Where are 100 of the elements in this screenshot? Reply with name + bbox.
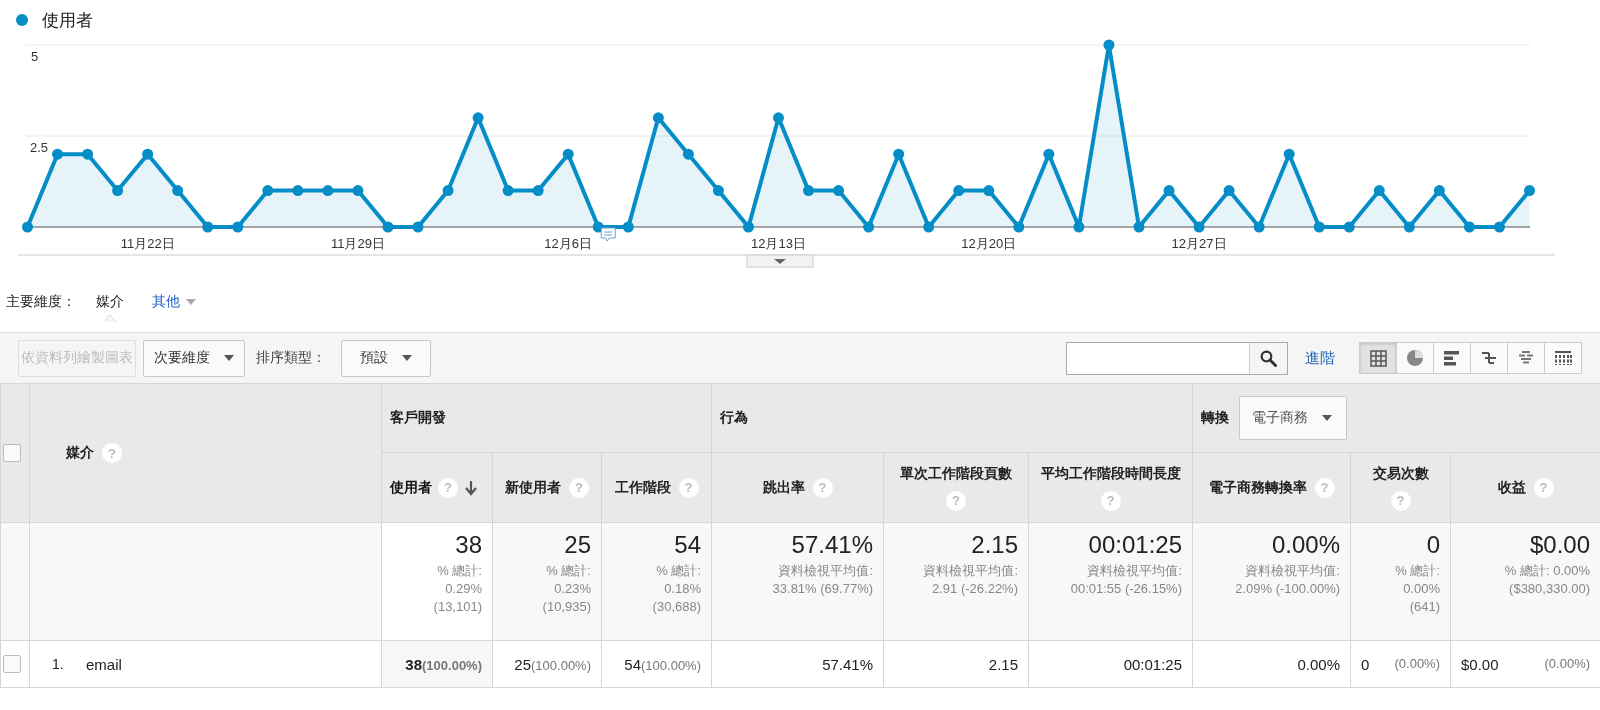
column-header[interactable]: 工作階段 [614,478,671,497]
data-point[interactable] [322,185,334,197]
y-axis-label: 2.5 [30,140,49,155]
data-point[interactable] [472,112,484,124]
search-button[interactable] [1249,342,1287,374]
data-point[interactable] [773,112,784,124]
bar-chart-icon [1444,350,1460,366]
column-group-header: 客戶開發 [390,409,446,427]
data-point[interactable] [352,185,364,197]
column-header[interactable]: 跳出率 [762,478,805,497]
column-header[interactable]: 交易次數 [1372,464,1429,483]
total-value: 57.41% [790,531,873,559]
data-point[interactable] [292,185,304,197]
view-toggle-button[interactable] [1359,342,1397,374]
conversion-type-dropdown[interactable]: 電子商務 [1239,396,1347,440]
data-point[interactable] [652,112,664,124]
data-point[interactable] [1463,221,1475,233]
data-point[interactable] [983,185,995,197]
data-point[interactable] [52,148,64,160]
data-point[interactable] [1163,185,1175,197]
search-icon [1260,349,1277,367]
view-toggle-button[interactable] [1433,342,1471,374]
data-point[interactable] [382,221,394,233]
column-header[interactable]: 平均工作階段時間長度 [1040,464,1181,483]
data-point[interactable] [1524,185,1535,197]
sort-descending-icon[interactable] [464,479,478,496]
data-point[interactable] [1043,148,1055,160]
data-point[interactable] [923,221,935,233]
data-point[interactable] [1403,221,1415,233]
comment-icon[interactable] [600,227,616,242]
data-point[interactable] [502,185,514,197]
total-value: $0.00 [1528,531,1591,559]
collapse-tab[interactable] [746,254,814,268]
secondary-dimension-dropdown[interactable]: 次要維度 [143,339,245,377]
data-point[interactable] [1313,221,1325,233]
data-point[interactable] [112,185,124,197]
data-point[interactable] [712,185,724,197]
data-point[interactable] [1373,185,1385,197]
search-field[interactable] [1066,341,1288,375]
data-point[interactable] [833,185,845,197]
data-point[interactable] [262,185,274,197]
data-point[interactable] [1193,221,1205,233]
data-point[interactable] [22,221,33,233]
data-point[interactable] [803,185,815,197]
data-point[interactable] [532,185,544,197]
dimension-option[interactable]: 媒介 [88,293,132,311]
data-point[interactable] [893,148,905,160]
total-detail: 資料檢視平均值: [922,562,1018,580]
total-detail: 資料檢視平均值: [777,562,873,580]
data-point[interactable] [1223,185,1235,197]
table-cell: $0.00 [1461,655,1499,673]
data-point[interactable] [1343,221,1355,233]
table-cell: 54(100.00%) [624,655,701,673]
column-header[interactable]: 使用者 [390,478,432,497]
total-value: 54 [673,531,701,559]
data-point[interactable] [953,185,965,197]
table-cell: 0.00% [1297,655,1340,673]
total-detail: % 總計: [436,562,482,580]
caret-icon [1322,415,1332,421]
data-point[interactable] [82,148,94,160]
total-detail: 0.00% [1402,580,1440,598]
data-point[interactable] [1253,221,1265,233]
data-point[interactable] [442,185,454,197]
data-point[interactable] [1493,221,1505,233]
data-point[interactable] [682,148,694,160]
data-point[interactable] [1073,221,1085,233]
column-header[interactable]: 收益 [1497,478,1526,497]
data-point[interactable] [1103,39,1115,51]
data-point[interactable] [1133,221,1145,233]
data-point[interactable] [172,185,184,197]
data-point[interactable] [1013,221,1025,233]
data-point[interactable] [412,221,424,233]
x-axis-label: 12月20日 [961,236,1017,251]
row-checkbox[interactable] [3,655,21,674]
total-detail: (30,688) [651,598,701,616]
column-header[interactable]: 電子商務轉換率 [1208,478,1307,497]
data-point[interactable] [562,148,574,160]
data-point[interactable] [863,221,875,233]
view-toggle-button[interactable] [1544,342,1582,374]
column-header[interactable]: 新使用者 [505,478,561,497]
total-detail: 資料檢視平均值: [1086,562,1182,580]
select-all-checkbox[interactable] [3,444,21,463]
view-toggle-button[interactable] [1470,342,1508,374]
total-detail: % 總計: 0.00% [1503,562,1591,580]
total-detail: % 總計: [545,562,591,580]
sort-type-label: 排序類型： [256,349,326,367]
data-point[interactable] [232,221,244,233]
column-header[interactable]: 單次工作階段頁數 [900,464,1012,483]
data-point[interactable] [1433,185,1445,197]
data-point[interactable] [622,221,634,233]
view-toggle-button[interactable] [1507,342,1545,374]
data-point[interactable] [742,221,754,233]
sort-type-dropdown[interactable]: 預設 [341,339,431,377]
dimension-dropdown[interactable]: 其他 [144,293,204,311]
view-toggle-button[interactable] [1396,342,1434,374]
advanced-link[interactable]: 進階 [1295,348,1345,368]
row-link[interactable]: email [86,655,122,673]
data-point[interactable] [142,148,154,160]
data-point[interactable] [1283,148,1295,160]
data-point[interactable] [202,221,214,233]
